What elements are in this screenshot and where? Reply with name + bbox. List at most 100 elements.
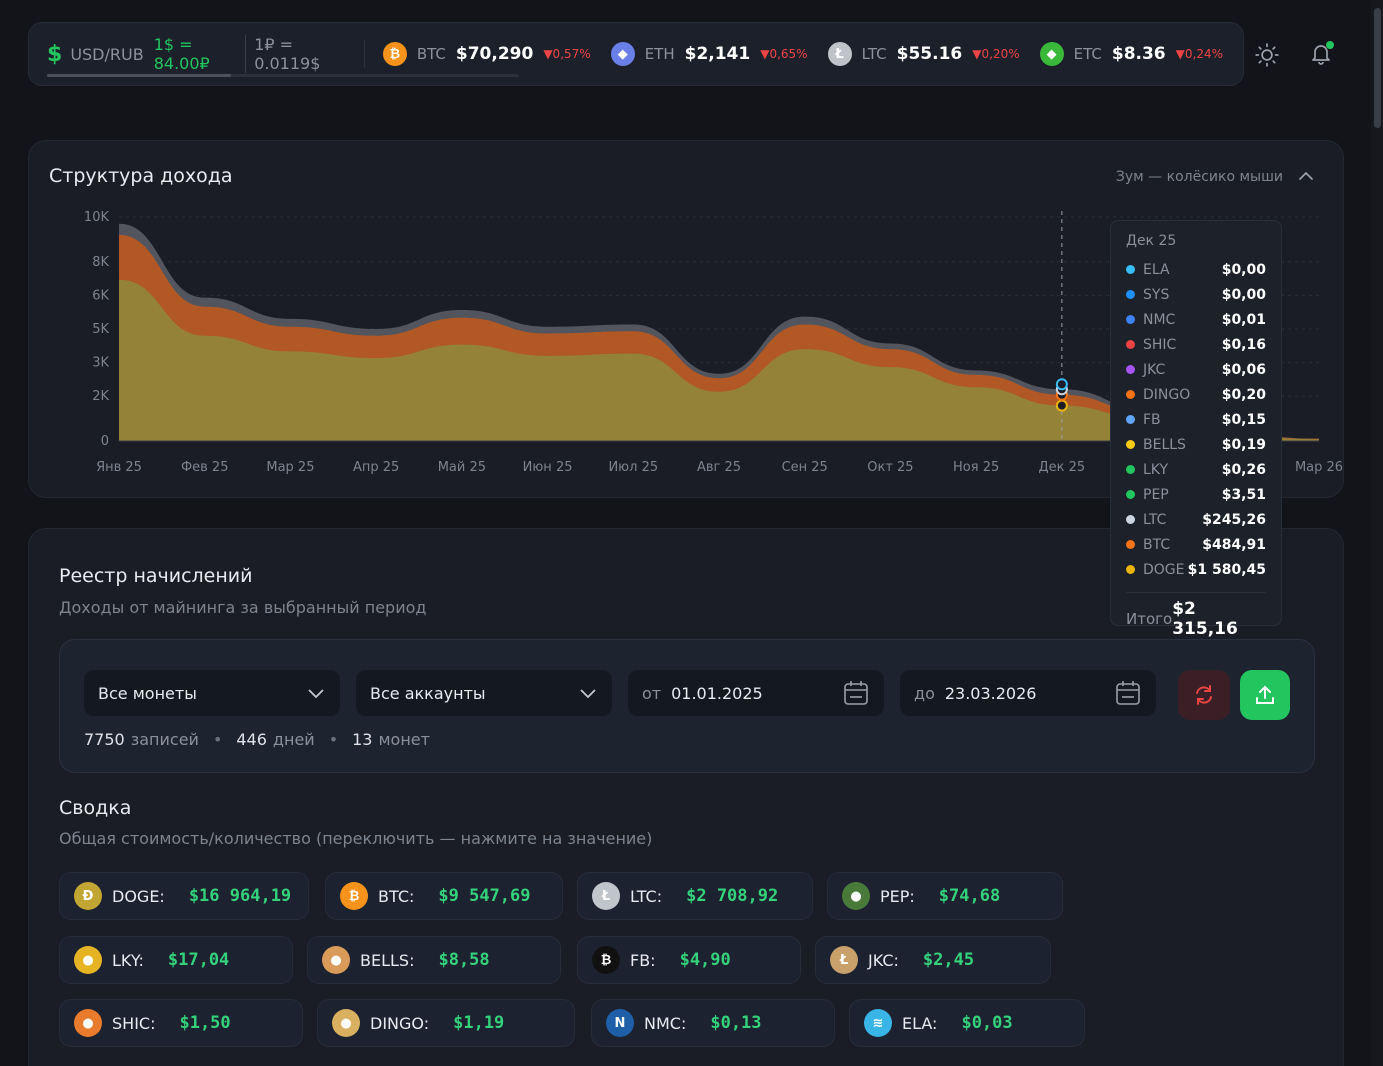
series-dot-icon — [1126, 465, 1135, 474]
date-from-input[interactable]: от 01.01.2025 — [628, 670, 884, 716]
summary-chip-doge[interactable]: Đ DOGE: $16 964,19 — [59, 872, 309, 920]
summary-chip-nmc[interactable]: N NMC: $0,13 — [591, 999, 835, 1047]
tooltip-coin-value: $0,20 — [1221, 386, 1266, 403]
ticker-symbol: LTC — [861, 45, 887, 63]
tooltip-coin-name: ELA — [1143, 261, 1170, 278]
tooltip-coin-name: PEP — [1143, 486, 1169, 503]
chip-coin-value[interactable]: $0,13 — [710, 1013, 761, 1033]
y-tick-label: 0 — [101, 434, 109, 449]
chip-coin-value[interactable]: $2 708,92 — [686, 886, 778, 906]
ticker-symbol: ETC — [1073, 45, 1102, 63]
series-dot-icon — [1126, 290, 1135, 299]
accounts-select[interactable]: Все аккаунты — [356, 670, 612, 716]
date-to-prefix: до — [914, 683, 935, 703]
filter-panel: Все монеты Все аккаунты от 01.01.2025 до… — [59, 639, 1315, 773]
ticker-change: ▼0,24% — [1175, 47, 1223, 61]
chip-coin-value[interactable]: $17,04 — [168, 950, 229, 970]
tooltip-row: PEP $3,51 — [1126, 482, 1266, 507]
dollar-icon: $ — [47, 41, 63, 67]
tooltip-coin-value: $3,51 — [1221, 486, 1266, 503]
chip-coin-value[interactable]: $1,19 — [453, 1013, 504, 1033]
x-tick-label: Май 25 — [438, 460, 486, 475]
summary-chip-pep[interactable]: ● PEP: $74,68 — [827, 872, 1063, 920]
chip-coin-value[interactable]: $8,58 — [438, 950, 489, 970]
y-tick-label: 10K — [84, 210, 110, 225]
ticker-change: ▼0,57% — [543, 47, 591, 61]
date-from-prefix: от — [642, 683, 662, 703]
days-label: дней — [272, 730, 315, 749]
scrollbar-thumb[interactable] — [1374, 8, 1381, 128]
summary-chip-ltc[interactable]: Ł LTC: $2 708,92 — [577, 872, 813, 920]
ticker-coin-eth: ◆ ETH $2,141 ▼0,65% — [610, 42, 808, 66]
chevron-down-icon — [580, 689, 596, 699]
y-tick-label: 3K — [92, 356, 109, 371]
chip-coin-name: LTC: — [630, 886, 663, 906]
accounts-select-value: Все аккаунты — [370, 683, 486, 703]
coins-label: монет — [378, 730, 430, 749]
reset-filters-button[interactable] — [1178, 670, 1230, 720]
summary-chip-dingo[interactable]: ● DINGO: $1,19 — [317, 999, 575, 1047]
ticker-coin-ltc: Ł LTC $55.16 ▼0,20% — [827, 42, 1020, 66]
ticker-price: $2,141 — [684, 44, 751, 64]
chip-coin-value[interactable]: $74,68 — [939, 886, 1000, 906]
summary-chip-shic[interactable]: ● SHIC: $1,50 — [59, 999, 303, 1047]
calendar-icon[interactable] — [842, 679, 870, 707]
ela-coin-icon: ≋ — [864, 1009, 892, 1037]
ltc-coin-icon: Ł — [592, 882, 620, 910]
tooltip-coin-name: BELLS — [1143, 436, 1186, 453]
date-to-value: 23.03.2026 — [944, 683, 1037, 703]
y-tick-label: 6K — [92, 288, 109, 303]
summary-chip-ela[interactable]: ≋ ELA: $0,03 — [849, 999, 1085, 1047]
summary-chip-fb[interactable]: ₿ FB: $4,90 — [577, 936, 801, 984]
ticker-change: ▼0,65% — [760, 47, 808, 61]
chip-coin-value[interactable]: $0,03 — [961, 1013, 1012, 1033]
tooltip-coin-value: $0,01 — [1221, 311, 1266, 328]
chip-coin-value[interactable]: $1,50 — [179, 1013, 230, 1033]
tooltip-coin-name: DOGE — [1143, 561, 1185, 578]
summary-chip-jkc[interactable]: Ł JKC: $2,45 — [815, 936, 1051, 984]
records-label: записей — [130, 730, 199, 749]
export-button[interactable] — [1240, 670, 1290, 720]
x-tick-label: Окт 25 — [867, 460, 913, 475]
registry-stats: 7750 записей • 446 дней • 13 монет — [84, 730, 430, 749]
chip-coin-name: FB: — [630, 950, 656, 970]
coins-count: 13 — [352, 730, 373, 749]
tooltip-row: DOGE $1 580,45 — [1126, 557, 1266, 582]
page-scrollbar[interactable] — [1371, 0, 1383, 1066]
ticker-symbol: ETH — [644, 45, 675, 63]
x-tick-label: Ноя 25 — [953, 460, 999, 475]
chip-coin-value[interactable]: $4,90 — [680, 950, 731, 970]
chip-coin-value[interactable]: $2,45 — [923, 950, 974, 970]
x-tick-label: Мар 26 — [1295, 460, 1343, 475]
tooltip-coin-name: JKC — [1143, 361, 1166, 378]
ticker-symbol: BTC — [416, 45, 446, 63]
summary-chip-bells[interactable]: ● BELLS: $8,58 — [307, 936, 561, 984]
hover-point-marker — [1055, 399, 1068, 412]
nmc-coin-icon: N — [606, 1009, 634, 1037]
date-to-input[interactable]: до 23.03.2026 — [900, 670, 1156, 716]
tooltip-coin-name: SYS — [1143, 286, 1170, 303]
calendar-icon[interactable] — [1114, 679, 1142, 707]
notifications-bell-icon[interactable] — [1308, 40, 1334, 66]
summary-chip-lky[interactable]: ● LKY: $17,04 — [59, 936, 293, 984]
tooltip-coin-name: LTC — [1143, 511, 1167, 528]
tooltip-coin-value: $0,19 — [1221, 436, 1266, 453]
lky-coin-icon: ● — [74, 946, 102, 974]
summary-chip-btc[interactable]: ₿ BTC: $9 547,69 — [325, 872, 563, 920]
y-tick-label: 8K — [92, 255, 109, 270]
tooltip-coin-value: $0,15 — [1221, 411, 1266, 428]
x-tick-label: Сен 25 — [782, 460, 828, 475]
date-from-value: 01.01.2025 — [671, 683, 763, 703]
btc-coin-icon: ₿ — [340, 882, 368, 910]
chip-coin-name: JKC: — [868, 950, 899, 970]
chip-coin-value[interactable]: $16 964,19 — [189, 886, 291, 906]
tooltip-total-label: Итого — [1126, 610, 1173, 628]
shic-coin-icon: ● — [74, 1009, 102, 1037]
theme-toggle-sun-icon[interactable] — [1254, 42, 1280, 68]
chip-coin-value[interactable]: $9 547,69 — [438, 886, 530, 906]
coins-select[interactable]: Все монеты — [84, 670, 340, 716]
tooltip-row: SHIC $0,16 — [1126, 332, 1266, 357]
tooltip-coin-value: $1 580,45 — [1187, 561, 1266, 578]
fx-inverse: 1₽ = 0.0119$ — [245, 35, 344, 73]
series-dot-icon — [1126, 440, 1135, 449]
